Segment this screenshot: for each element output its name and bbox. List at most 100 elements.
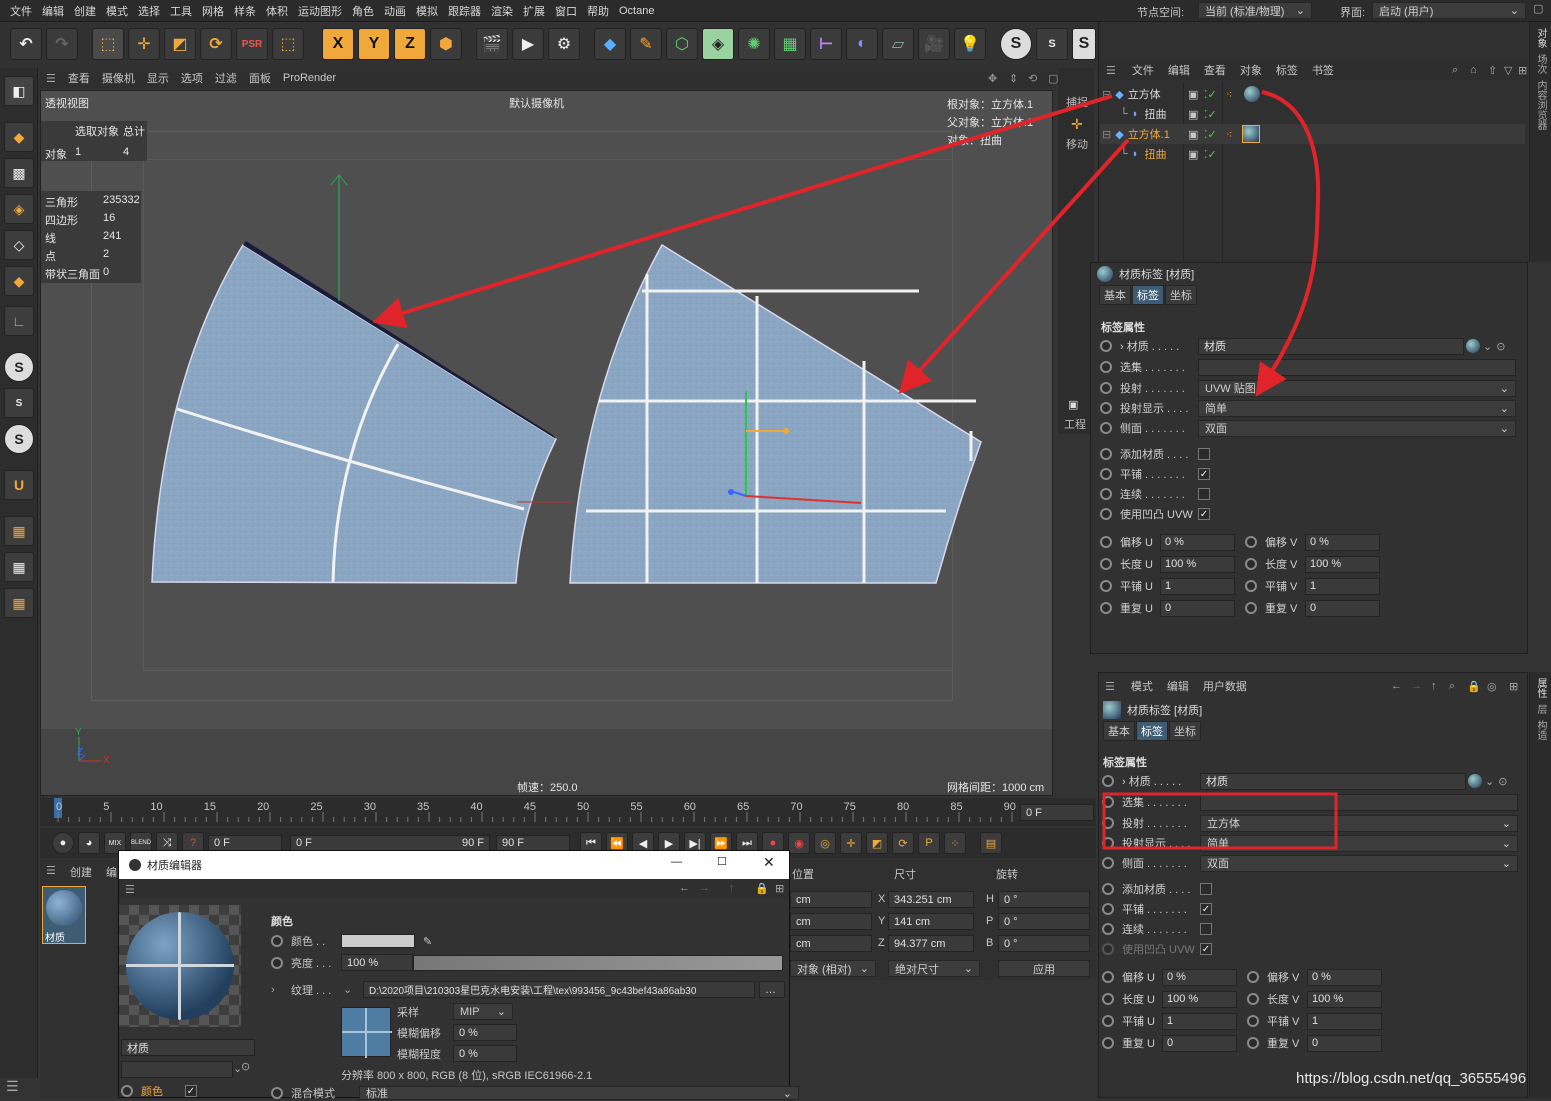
dolly-icon[interactable]: ⇕: [1009, 72, 1018, 85]
offset-v-field[interactable]: 0 %: [1305, 533, 1380, 551]
side-tab-takes[interactable]: 场次: [1533, 54, 1548, 74]
octane-tools-icon[interactable]: S: [4, 388, 34, 418]
tab-basic[interactable]: 基本: [1099, 285, 1131, 305]
length-u-field[interactable]: 100 %: [1160, 555, 1235, 573]
attr-menu-mode[interactable]: 模式: [1131, 678, 1153, 694]
radio-icon[interactable]: [1100, 382, 1112, 394]
selection-field[interactable]: [1200, 793, 1518, 811]
move-icon[interactable]: ✛: [128, 28, 160, 60]
render-view-icon[interactable]: 🎬: [476, 28, 508, 60]
menu-mode[interactable]: 模式: [106, 3, 128, 19]
projection-select[interactable]: 立方体 ⌄: [1200, 814, 1518, 832]
motion-icon[interactable]: ◕: [78, 832, 100, 854]
menu-simulate[interactable]: 模拟: [416, 3, 438, 19]
orbit-icon[interactable]: ⟲: [1028, 72, 1037, 85]
menu-spline[interactable]: 样条: [234, 3, 256, 19]
key-param-icon[interactable]: P: [918, 832, 940, 854]
rot-b-field[interactable]: 0 °: [998, 935, 1090, 952]
radio-icon[interactable]: [1102, 923, 1114, 935]
octane-live-icon[interactable]: S: [1072, 28, 1096, 60]
lock-icon[interactable]: 🔒: [1467, 680, 1481, 693]
minimize-icon[interactable]: —: [671, 856, 682, 868]
repeat-u-field[interactable]: 0: [1160, 599, 1235, 617]
radio-icon[interactable]: [1247, 1037, 1259, 1049]
floor-icon[interactable]: ▱: [882, 28, 914, 60]
up-icon[interactable]: ↑: [1431, 680, 1437, 692]
close-icon[interactable]: ✕: [763, 854, 775, 871]
side-tab-content-browser[interactable]: 内容浏览器: [1533, 80, 1548, 130]
up-icon[interactable]: ↑: [729, 882, 735, 894]
object-row-bend1[interactable]: └ ◗ 扭曲 ▣ ⁚✓: [1100, 144, 1525, 164]
vp-menu-view[interactable]: 查看: [68, 70, 90, 86]
magnet-icon[interactable]: U: [4, 470, 34, 500]
channel-color-checkbox[interactable]: ✓: [185, 1085, 197, 1097]
radio-icon[interactable]: [1102, 796, 1114, 808]
visibility-icon[interactable]: ⁚✓: [1204, 128, 1217, 141]
vp-menu-options[interactable]: 选项: [181, 70, 203, 86]
new-window-icon[interactable]: ⊞: [775, 882, 784, 895]
menu-icon[interactable]: ☰: [6, 1078, 19, 1095]
object-row-bend[interactable]: └ ◗ 扭曲 ▣ ⁚✓: [1100, 104, 1525, 124]
side-tab-layers[interactable]: 层: [1533, 704, 1548, 714]
radio-icon[interactable]: [1102, 1037, 1114, 1049]
rotate-icon[interactable]: ⟳: [200, 28, 232, 60]
search-icon[interactable]: ⌕: [1449, 680, 1455, 693]
projection-select[interactable]: UVW 贴图 ⌄: [1198, 379, 1516, 397]
tab-coordinates[interactable]: 坐标: [1165, 285, 1197, 305]
side-tab-objects[interactable]: 对象: [1533, 28, 1548, 48]
mograph-icon[interactable]: ▦: [774, 28, 806, 60]
subdivision-icon[interactable]: ⬡: [666, 28, 698, 60]
om-menu-tags[interactable]: 标签: [1276, 62, 1298, 78]
maximize-icon[interactable]: ▢: [1048, 72, 1058, 85]
radio-icon[interactable]: [1247, 993, 1259, 1005]
tab-basic[interactable]: 基本: [1103, 721, 1135, 741]
material-tag-icon[interactable]: [1242, 125, 1260, 143]
live-select-icon[interactable]: ⬚: [92, 28, 124, 60]
size-x-field[interactable]: 343.251 cm: [888, 891, 974, 908]
side-tab-attributes[interactable]: 属性: [1533, 678, 1548, 698]
projection-display-select[interactable]: 简单 ⌄: [1198, 399, 1516, 417]
material-tag-icon[interactable]: [1244, 86, 1260, 102]
project-label[interactable]: 工程: [1064, 416, 1086, 432]
chevron-down-icon[interactable]: ⌄: [343, 983, 363, 996]
menu-edit[interactable]: 编辑: [42, 3, 64, 19]
workplane-align-icon[interactable]: ▦: [4, 588, 34, 618]
radio-icon[interactable]: [1102, 1015, 1114, 1027]
tiles-v-field[interactable]: 1: [1307, 1012, 1382, 1030]
maximize-icon[interactable]: ☐: [717, 855, 727, 868]
forward-icon[interactable]: →: [699, 882, 710, 894]
collapse-icon[interactable]: ⊟: [1102, 128, 1111, 141]
visibility-icon[interactable]: ⁚✓: [1204, 88, 1217, 101]
repeat-v-field[interactable]: 0: [1307, 1034, 1382, 1052]
workplane-icon[interactable]: ▦: [4, 516, 34, 546]
radio-icon[interactable]: [1100, 536, 1112, 548]
y-axis-icon[interactable]: Y: [358, 28, 390, 60]
menu-character[interactable]: 角色: [352, 3, 374, 19]
polygons-mode-icon[interactable]: ◆: [4, 266, 34, 296]
snap-label[interactable]: 捕捉: [1066, 94, 1088, 110]
object-name[interactable]: 立方体.1: [1128, 126, 1170, 142]
radio-icon[interactable]: [1245, 580, 1257, 592]
radio-icon[interactable]: [1102, 943, 1114, 955]
radio-icon[interactable]: [1247, 1015, 1259, 1027]
om-menu-view[interactable]: 查看: [1204, 62, 1226, 78]
make-editable-icon[interactable]: ◧: [4, 76, 34, 106]
render-picture-icon[interactable]: ▶: [512, 28, 544, 60]
menu-octane[interactable]: Octane: [619, 5, 654, 17]
radio-icon[interactable]: [1102, 857, 1114, 869]
material-link-field[interactable]: 材质: [1198, 337, 1464, 355]
channel-filter-field[interactable]: [121, 1061, 233, 1078]
eyedropper-icon[interactable]: ✎: [423, 935, 432, 948]
menu-icon[interactable]: ☰: [1106, 64, 1116, 77]
x-axis-icon[interactable]: X: [322, 28, 354, 60]
size-y-field[interactable]: 141 cm: [888, 913, 974, 930]
object-name[interactable]: 扭曲: [1144, 106, 1166, 122]
menu-tracker[interactable]: 跟踪器: [448, 3, 481, 19]
recent-tool-icon[interactable]: ⬚: [272, 28, 304, 60]
radio-icon[interactable]: [1100, 422, 1112, 434]
move-label[interactable]: 移动: [1066, 136, 1088, 152]
scale-icon[interactable]: ◩: [164, 28, 196, 60]
search-icon[interactable]: ⌕: [1452, 64, 1458, 77]
lock-icon[interactable]: 🔒: [755, 882, 769, 895]
radio-icon[interactable]: [271, 935, 283, 947]
